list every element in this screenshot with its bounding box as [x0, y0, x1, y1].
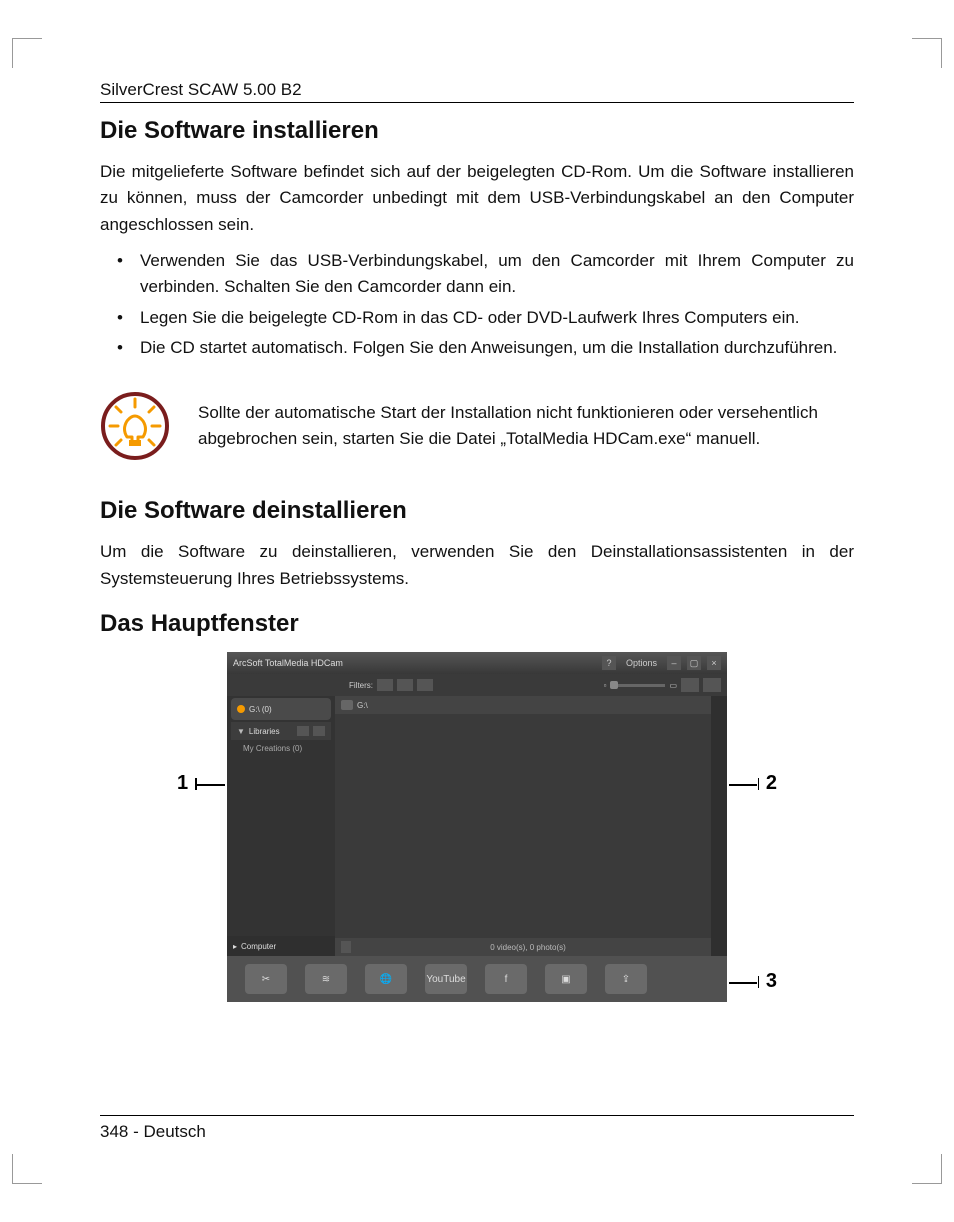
window-title: ArcSoft TotalMedia HDCam [233, 658, 596, 668]
uninstall-paragraph: Um die Software zu deinstallieren, verwe… [100, 539, 854, 592]
heading-mainwindow: Das Hauptfenster [100, 610, 854, 638]
picture-icon [297, 726, 309, 736]
video-icon [313, 726, 325, 736]
tip-text: Sollte der automatische Start der Instal… [198, 400, 854, 453]
window-toolbar: Filters: ▫ ▭ [227, 674, 727, 696]
view-grid-button[interactable] [681, 678, 699, 692]
trash-icon[interactable] [341, 941, 351, 953]
bullet-text: Verwenden Sie das USB-Verbindungskabel, … [140, 248, 854, 301]
heading-uninstall: Die Software deinstallieren [100, 497, 854, 525]
chevron-right-icon: ▸ [233, 942, 237, 951]
page-number: 348 - Deutsch [100, 1122, 854, 1142]
callout-cap [195, 778, 197, 790]
list-item: •Verwenden Sie das USB-Verbindungskabel,… [100, 248, 854, 301]
heading-install: Die Software installieren [100, 117, 854, 145]
bottom-bar: ✂ ≋ 🌐 YouTube f ▣ ⇪ [227, 956, 727, 1002]
tip-block: Sollte der automatische Start der Instal… [100, 391, 854, 461]
sidebar: G:\ (0) ▼ Libraries My Creations (0) ▸ C… [227, 696, 335, 956]
computer-label: Computer [241, 942, 276, 951]
list-item: •Legen Sie die beigelegte CD-Rom in das … [100, 305, 854, 331]
right-panel-handle[interactable] [711, 696, 727, 956]
filter-chip[interactable] [397, 679, 413, 691]
sidebar-libraries[interactable]: ▼ Libraries [231, 722, 331, 740]
callout-1: 1 [177, 772, 188, 795]
path-text: G:\ [357, 701, 368, 710]
size-large-icon: ▭ [669, 681, 677, 690]
filter-chip[interactable] [377, 679, 393, 691]
screenshot-figure: 1 2 3 ArcSoft TotalMedia HDCam ? Options… [177, 652, 777, 1017]
callout-3: 3 [766, 970, 777, 993]
sidebar-device[interactable]: G:\ (0) [231, 698, 331, 720]
minimize-icon[interactable]: – [667, 656, 681, 670]
sidebar-computer[interactable]: ▸ Computer [227, 936, 335, 956]
status-bar: 0 video(s), 0 photo(s) [335, 938, 711, 956]
options-button[interactable]: Options [622, 658, 661, 668]
window-titlebar: ArcSoft TotalMedia HDCam ? Options – ▢ × [227, 652, 727, 674]
content-area[interactable] [335, 714, 711, 938]
bottom-upload-icon[interactable]: ⇪ [605, 964, 647, 994]
callout-cap [758, 778, 760, 790]
main-panel: G:\ 0 video(s), 0 photo(s) [335, 696, 711, 956]
filters-label: Filters: [349, 681, 373, 690]
bottom-tv-icon[interactable]: ▣ [545, 964, 587, 994]
zoom-slider[interactable] [610, 684, 665, 687]
libraries-label: Libraries [249, 727, 293, 736]
list-item: •Die CD startet automatisch. Folgen Sie … [100, 335, 854, 361]
view-list-button[interactable] [703, 678, 721, 692]
device-label: G:\ (0) [249, 705, 272, 714]
install-paragraph: Die mitgelieferte Software befindet sich… [100, 159, 854, 238]
device-dot-icon [237, 705, 245, 713]
help-icon[interactable]: ? [602, 656, 616, 670]
sidebar-sub-item[interactable]: My Creations (0) [227, 742, 335, 753]
page-footer: 348 - Deutsch [100, 1115, 854, 1142]
document-header: SilverCrest SCAW 5.00 B2 [100, 80, 854, 100]
close-icon[interactable]: × [707, 656, 721, 670]
chevron-down-icon: ▼ [237, 727, 245, 736]
callout-line [197, 784, 225, 786]
callout-line [729, 784, 757, 786]
lightbulb-icon [100, 391, 170, 461]
app-window: ArcSoft TotalMedia HDCam ? Options – ▢ ×… [227, 652, 727, 1002]
size-small-icon: ▫ [604, 681, 607, 690]
callout-2: 2 [766, 772, 777, 795]
maximize-icon[interactable]: ▢ [687, 656, 701, 670]
bottom-youtube-icon[interactable]: YouTube [425, 964, 467, 994]
bottom-globe-icon[interactable]: 🌐 [365, 964, 407, 994]
callout-line [729, 982, 757, 984]
bullet-text: Die CD startet automatisch. Folgen Sie d… [140, 335, 854, 361]
header-rule [100, 102, 854, 103]
status-text: 0 video(s), 0 photo(s) [490, 943, 566, 952]
bottom-facebook-icon[interactable]: f [485, 964, 527, 994]
footer-rule [100, 1115, 854, 1116]
callout-cap [758, 976, 760, 988]
folder-icon [341, 700, 353, 710]
bottom-scissors-icon[interactable]: ✂ [245, 964, 287, 994]
bottom-merge-icon[interactable]: ≋ [305, 964, 347, 994]
path-bar: G:\ [335, 696, 711, 714]
install-bullet-list: •Verwenden Sie das USB-Verbindungskabel,… [100, 248, 854, 361]
bullet-text: Legen Sie die beigelegte CD-Rom in das C… [140, 305, 854, 331]
filter-chip[interactable] [417, 679, 433, 691]
